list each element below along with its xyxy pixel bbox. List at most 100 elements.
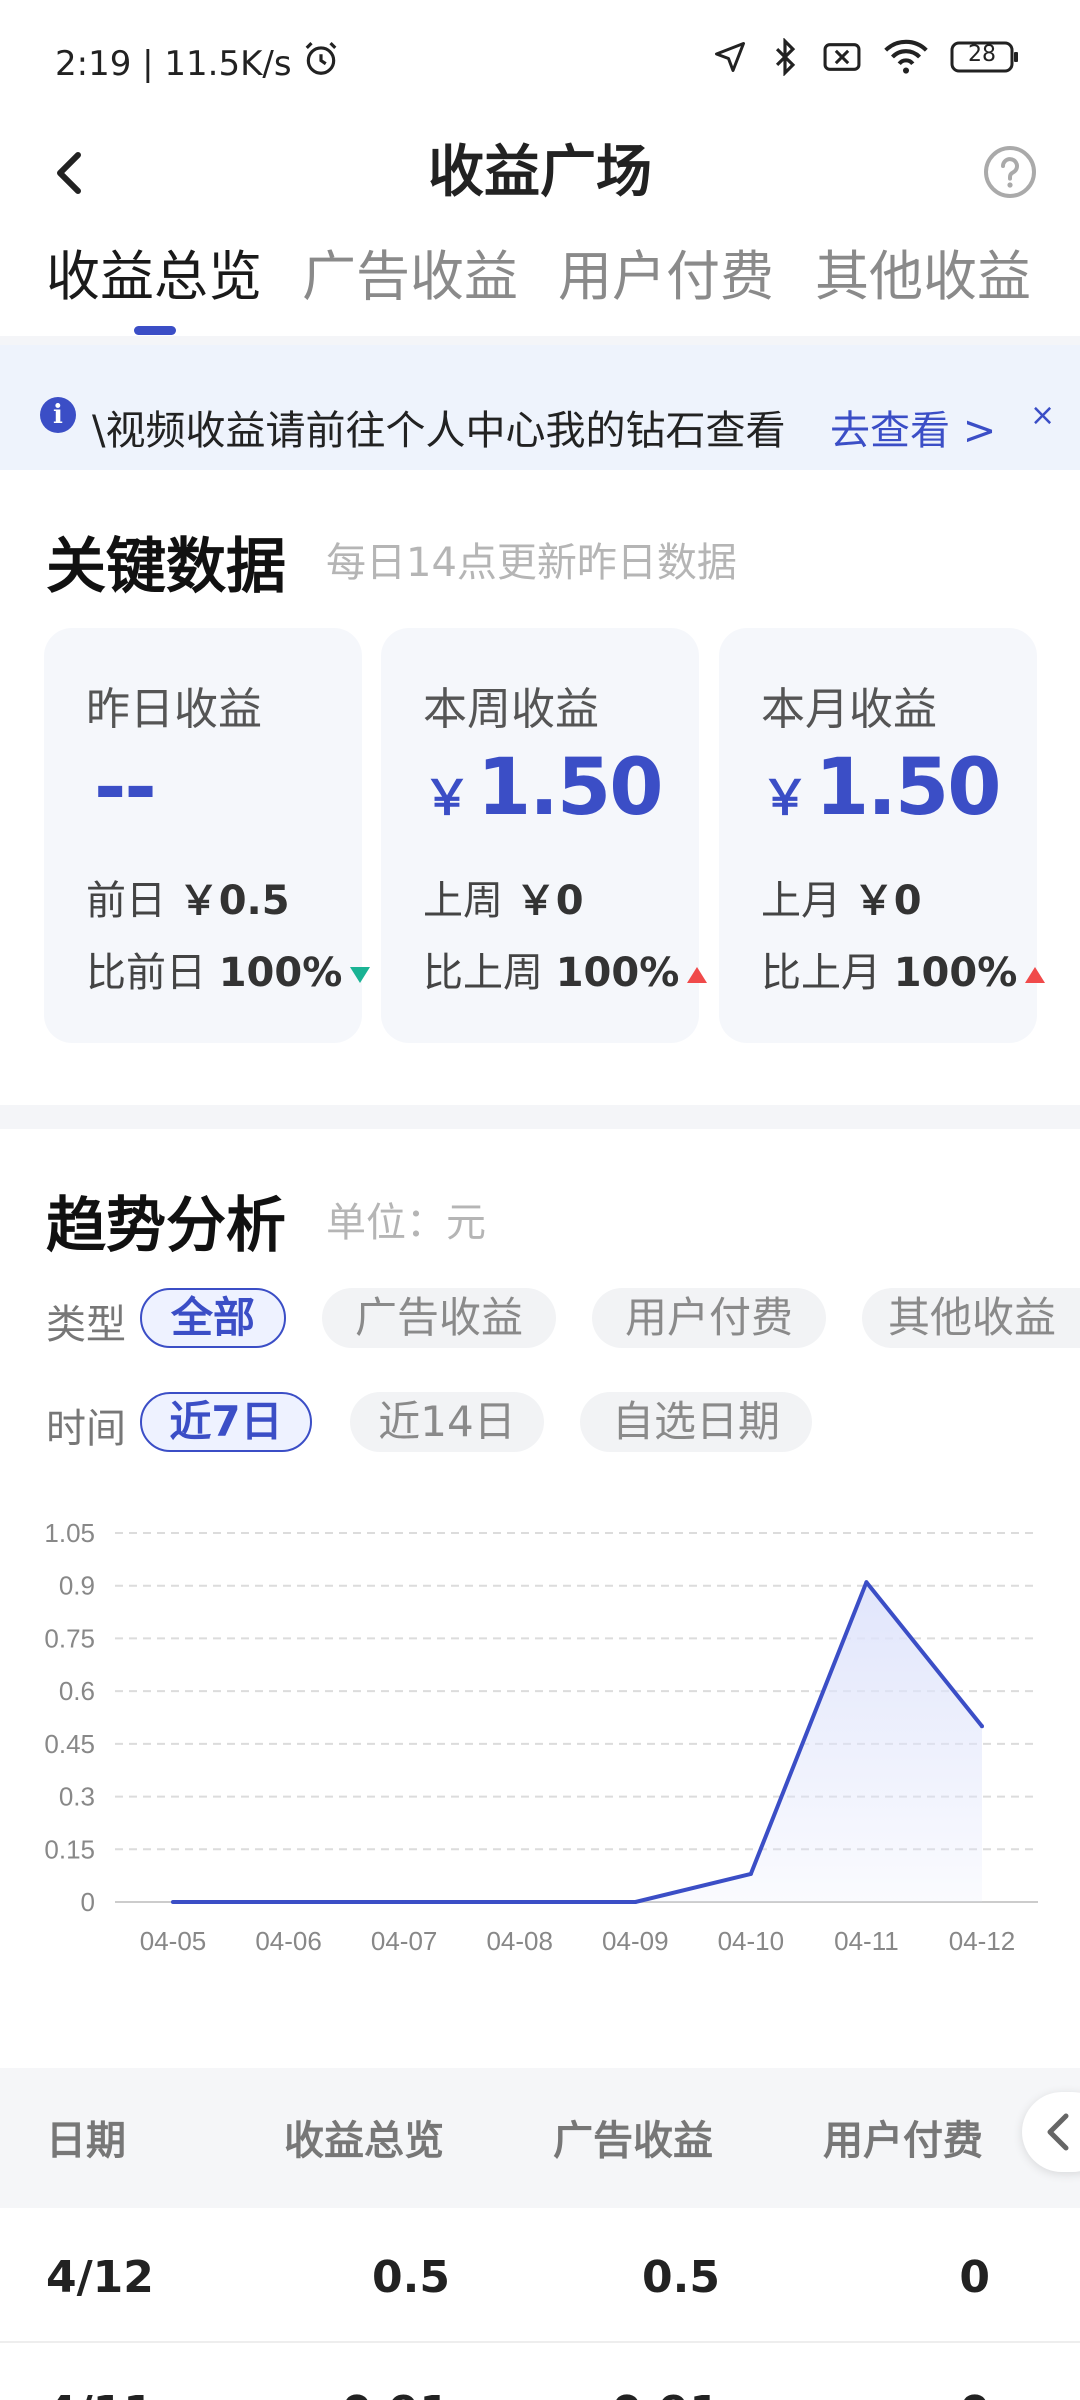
table-row[interactable]: 4/11 0.91 0.91 0 xyxy=(0,2343,1080,2400)
time-chip-14d[interactable]: 近14日 xyxy=(350,1392,544,1452)
card-yesterday[interactable]: 昨日收益 -- 前日 ￥0.5 比前日 100% xyxy=(44,628,371,1043)
cell-total: 0.5 xyxy=(372,2252,450,2303)
data-point xyxy=(171,1900,175,1904)
prev-label: 上月 xyxy=(761,878,841,924)
x-tick-label: 04-05 xyxy=(140,1926,207,1956)
card-value: ￥ 1.50 xyxy=(761,743,1001,833)
page-title: 收益广场 xyxy=(428,140,652,205)
trend-up-icon xyxy=(687,967,708,983)
data-point xyxy=(402,1900,407,1904)
x-tick-label: 04-08 xyxy=(486,1926,553,1956)
key-data-title: 关键数据 xyxy=(46,532,286,602)
status-bar: 2:19 | 11.5K/s 28 xyxy=(0,0,1080,120)
trend-title: 趋势分析 xyxy=(46,1191,286,1261)
col-ad: 广告收益 xyxy=(553,2118,713,2164)
section-divider xyxy=(0,1105,1080,1129)
y-tick-label: 0.45 xyxy=(44,1729,95,1759)
card-label: 本周收益 xyxy=(423,684,599,735)
card-amount: -- xyxy=(94,743,157,833)
data-point xyxy=(980,1724,984,1729)
y-tick-label: 0.15 xyxy=(44,1834,95,1864)
y-tick-label: 1.05 xyxy=(44,1518,95,1548)
type-chip-user[interactable]: 用户付费 xyxy=(592,1288,826,1348)
table-row[interactable]: 4/12 0.5 0.5 0 xyxy=(0,2208,1080,2343)
type-label: 类型 xyxy=(46,1302,126,1348)
cell-user: 0 xyxy=(840,2387,990,2400)
type-chip-all[interactable]: 全部 xyxy=(140,1288,286,1348)
card-prev: 上月 ￥0 xyxy=(761,868,922,926)
col-date: 日期 xyxy=(46,2118,126,2164)
compare-label: 比上月 xyxy=(761,950,881,996)
card-amount: 1.50 xyxy=(815,743,1001,833)
close-icon[interactable]: × xyxy=(1030,398,1055,433)
info-icon: i xyxy=(40,397,76,433)
area-fill xyxy=(173,1582,982,1902)
trend-chart-svg: 1.05 0.9 0.75 0.6 0.45 0.3 0.15 0 04-05 04-06 04-0… xyxy=(44,1518,1038,1956)
data-point xyxy=(286,1900,291,1904)
cell-date: 4/12 xyxy=(46,2252,154,2303)
location-icon xyxy=(712,39,748,75)
x-tick-label: 04-06 xyxy=(255,1926,322,1956)
col-user: 用户付费 xyxy=(823,2118,983,2164)
battery-level: 28 xyxy=(968,42,996,67)
card-this-week[interactable]: 本周收益 ￥ 1.50 上周 ￥0 比上周 100% xyxy=(381,628,708,1043)
compare-label: 比前日 xyxy=(86,950,206,996)
compare-value: 100% xyxy=(218,950,343,996)
wifi-icon xyxy=(884,39,928,75)
tab-ad-revenue[interactable]: 广告收益 xyxy=(302,232,518,332)
card-compare: 比上月 100% xyxy=(761,940,1046,998)
x-tick-label: 04-10 xyxy=(718,1926,785,1956)
tab-user-payment[interactable]: 用户付费 xyxy=(558,232,774,332)
sim-icon xyxy=(822,39,862,75)
compare-value: 100% xyxy=(555,950,680,996)
card-label: 昨日收益 xyxy=(86,684,262,735)
card-value: -- xyxy=(86,743,157,833)
cell-total: 0.91 xyxy=(300,2387,450,2400)
x-tick-label: 04-07 xyxy=(371,1926,438,1956)
type-chip-other[interactable]: 其他收益 xyxy=(862,1288,1080,1348)
cell-ad: 0.91 xyxy=(570,2387,720,2400)
tab-overview[interactable]: 收益总览 xyxy=(46,232,262,332)
header: 收益广场 xyxy=(0,120,1080,225)
tab-other-revenue[interactable]: 其他收益 xyxy=(815,232,1031,332)
status-time: 2:19 | 11.5K/s xyxy=(55,43,292,84)
card-amount: 1.50 xyxy=(477,743,663,833)
chevron-left-icon xyxy=(1047,2113,1069,2151)
prev-value: ￥0.5 xyxy=(178,878,290,924)
y-tick-label: 0.75 xyxy=(44,1623,95,1653)
prev-label: 上周 xyxy=(423,878,503,924)
x-tick-label: 04-12 xyxy=(949,1926,1016,1956)
card-prev: 上周 ￥0 xyxy=(423,868,584,926)
help-button[interactable] xyxy=(972,134,1048,210)
bluetooth-icon xyxy=(770,38,800,76)
trend-unit: 单位：元 xyxy=(326,1200,486,1246)
card-compare: 比上周 100% xyxy=(423,940,708,998)
data-point xyxy=(864,1580,869,1585)
time-label: 时间 xyxy=(46,1406,126,1452)
currency-symbol: ￥ xyxy=(423,770,471,826)
key-data-subtitle: 每日14点更新昨日数据 xyxy=(326,540,737,586)
compare-value: 100% xyxy=(893,950,1018,996)
battery-icon: 28 xyxy=(950,40,1020,74)
x-tick-label: 04-09 xyxy=(602,1926,669,1956)
compare-label: 比上周 xyxy=(423,950,543,996)
question-circle-icon xyxy=(984,146,1036,198)
cell-user: 0 xyxy=(959,2252,990,2303)
y-tick-label: 0.9 xyxy=(59,1571,95,1601)
cell-date: 4/11 xyxy=(46,2387,154,2400)
prev-label: 前日 xyxy=(86,878,166,924)
tab-bar: 收益总览 广告收益 用户付费 其他收益 xyxy=(0,232,1080,332)
prev-value: ￥0 xyxy=(853,878,922,924)
card-this-month[interactable]: 本月收益 ￥ 1.50 上月 ￥0 比上月 100% xyxy=(719,628,1046,1043)
x-tick-label: 04-11 xyxy=(834,1926,899,1956)
status-right: 28 xyxy=(712,38,1020,76)
col-total: 收益总览 xyxy=(284,2118,444,2164)
type-chip-ad[interactable]: 广告收益 xyxy=(322,1288,556,1348)
data-point xyxy=(748,1871,753,1876)
trend-down-icon xyxy=(350,967,371,983)
trend-chart: 1.05 0.9 0.75 0.6 0.45 0.3 0.15 0 04-05 04-06 04-0… xyxy=(0,1500,1080,1980)
time-chip-custom[interactable]: 自选日期 xyxy=(580,1392,812,1452)
banner-link[interactable]: 去查看 > xyxy=(830,398,996,456)
time-chip-7d[interactable]: 近7日 xyxy=(140,1392,312,1452)
alarm-icon xyxy=(302,40,340,87)
